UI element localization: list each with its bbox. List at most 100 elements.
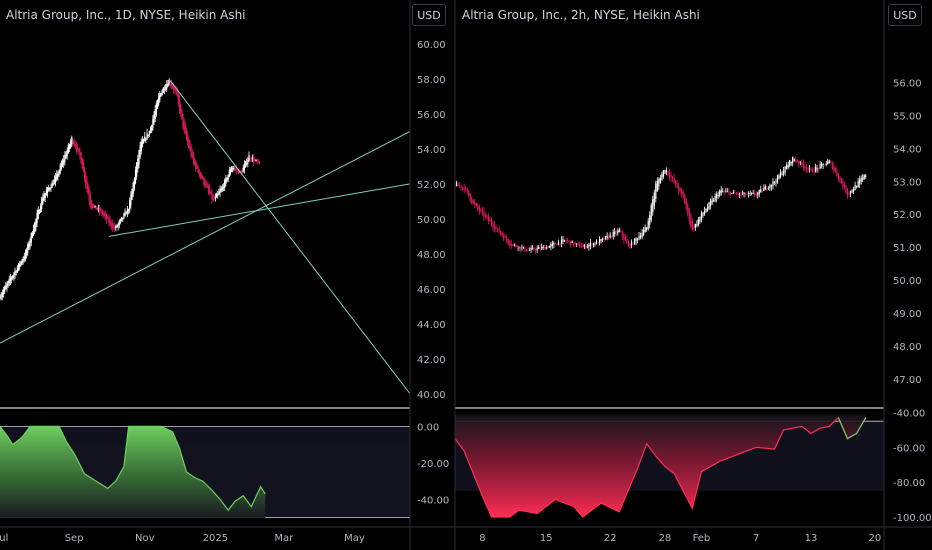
left-candle-body-53	[60, 163, 62, 170]
left-candle-body-32	[36, 213, 38, 224]
right-candle-body-179	[726, 191, 728, 193]
left-price-tick-3: 54.00	[417, 145, 446, 156]
left-candle-body-15	[16, 267, 18, 273]
right-candle-body-26	[493, 225, 496, 230]
right-candle-body-69	[559, 243, 561, 245]
right-candle-body-219	[787, 164, 789, 168]
right-candle-body-22	[487, 216, 490, 222]
left-candle-body-91	[104, 214, 106, 216]
right-candle-body-39	[513, 244, 515, 246]
left-candle-body-113	[130, 194, 132, 206]
left-candle-body-217	[250, 158, 252, 160]
left-price-tick-9: 42.00	[417, 355, 446, 366]
left-candle-body-115	[132, 182, 134, 195]
right-candle-body-67	[556, 244, 558, 246]
left-candle-body-79	[90, 200, 93, 208]
right-candle-body-220	[789, 160, 791, 167]
left-currency-button[interactable]: USD	[412, 4, 446, 26]
left-candle-body-108	[124, 211, 126, 216]
right-candle-body-211	[775, 181, 777, 183]
right-candle-body-224	[795, 159, 797, 162]
left-candle-body-180	[207, 186, 210, 192]
right-candle-body-18	[481, 210, 483, 213]
left-candle-body-142	[163, 89, 166, 91]
right-candle-body-177	[723, 191, 725, 193]
right-currency-button[interactable]: USD	[888, 4, 922, 26]
left-candle-body-154	[177, 93, 179, 103]
right-candle-body-123	[641, 232, 643, 237]
right-candle-body-148	[679, 188, 681, 192]
right-candle-body-24	[490, 220, 493, 225]
right-candle-body-27	[495, 227, 497, 229]
left-price-tick-2: 56.00	[417, 110, 446, 121]
right-candle-body-47	[525, 249, 528, 252]
left-candle-body-144	[166, 84, 168, 89]
right-candle-body-245	[827, 161, 829, 165]
left-candle-body-222	[256, 159, 258, 162]
right-candle-body-181	[729, 191, 731, 196]
right-candle-body-259	[848, 192, 850, 195]
right-price-tick-2: 54.00	[893, 144, 922, 155]
right-candle-body-261	[851, 190, 853, 193]
left-price-tick-5: 50.00	[417, 215, 446, 226]
left-candle-body-156	[180, 104, 182, 114]
left-candle-body-141	[162, 87, 164, 93]
left-candle-body-70	[80, 152, 82, 164]
left-candle-body-36	[41, 198, 43, 210]
left-candle-body-153	[176, 90, 178, 97]
right-price-tick-9: 47.00	[893, 375, 922, 386]
right-candle-body-21	[486, 215, 488, 218]
right-candle-body-207	[769, 185, 771, 189]
left-candle-body-219	[253, 158, 255, 162]
right-candle-body-20	[484, 214, 487, 217]
left-time-tick-1: Sep	[65, 533, 84, 544]
right-candle-body-76	[570, 241, 572, 245]
left-candle-body-204	[235, 168, 237, 171]
right-time-tick-2: 22	[604, 533, 617, 544]
right-candle-body-202	[761, 190, 763, 192]
right-candle-body-38	[512, 244, 514, 246]
right-candle-body-44	[521, 247, 523, 249]
left-candle-body-5	[5, 285, 7, 290]
left-candle-body-201	[232, 167, 234, 170]
right-candle-body-34	[506, 237, 508, 241]
left-candle-body-195	[225, 177, 227, 184]
right-candle-body-80	[576, 243, 578, 245]
right-candle-body-125	[644, 227, 646, 233]
right-candle-body-161	[699, 216, 701, 223]
right-candle-body-198	[755, 194, 757, 196]
right-candle-body-167	[708, 202, 710, 209]
right-candle-body-55	[538, 247, 540, 250]
right-candle-body-176	[722, 191, 724, 193]
right-candle-body-191	[744, 193, 747, 195]
left-candle-body-76	[87, 183, 89, 195]
right-candle-body-157	[693, 225, 695, 230]
left-candle-body-166	[191, 151, 193, 157]
left-candle-body-169	[195, 161, 197, 170]
left-chart-title: Altria Group, Inc., 1D, NYSE, Heikin Ash…	[6, 8, 246, 22]
left-price-tick-7: 46.00	[417, 285, 446, 296]
right-time-tick-5: 7	[753, 533, 759, 544]
right-candle-body-37	[510, 243, 512, 246]
right-candle-body-180	[728, 191, 730, 193]
right-candle-body-166	[706, 206, 709, 211]
right-candle-body-62	[548, 245, 550, 248]
left-candle-body-14	[15, 271, 17, 273]
right-candle-body-102	[609, 234, 611, 238]
left-candle-body-31	[35, 218, 37, 228]
right-candle-body-30	[500, 230, 502, 235]
right-candle-body-136	[661, 173, 663, 181]
right-candle-body-131	[653, 192, 655, 206]
right-candle-body-45	[522, 246, 525, 248]
left-candle-body-72	[82, 163, 84, 172]
left-candle-body-82	[94, 205, 96, 207]
left-candle-body-104	[119, 218, 122, 224]
left-candle-body-128	[147, 134, 149, 136]
right-candle-body-119	[635, 238, 637, 242]
left-time-tick-4: Mar	[274, 533, 294, 544]
right-candle-body-6	[463, 187, 465, 190]
right-candle-body-10	[469, 193, 471, 201]
right-candle-body-205	[766, 187, 768, 189]
right-candle-body-151	[684, 194, 686, 204]
left-candle-body-110	[126, 208, 129, 214]
